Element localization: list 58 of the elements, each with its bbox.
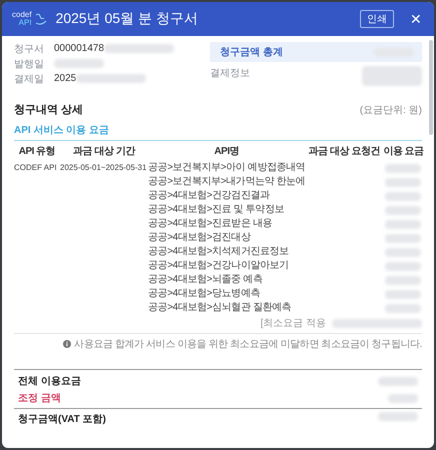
info-label: 발행일 — [14, 58, 45, 70]
blurred-value — [388, 394, 418, 402]
blurred-value — [378, 412, 418, 421]
table-cell-text: 공공>4대보험>건강나이알아보기 — [148, 259, 290, 273]
logo: codef API — [12, 11, 48, 27]
blurred-value — [385, 164, 422, 172]
blurred-value — [385, 262, 422, 270]
table-cell-text: 공공>4대보험>치석제거진료정보 — [148, 245, 290, 259]
table-cell-text: 공공>4대보험>당뇨병예측 — [148, 287, 262, 301]
blurred-value — [385, 248, 422, 256]
column-header: 과금 대상 요청건 — [308, 145, 381, 159]
info-value: 000001478 — [54, 43, 104, 54]
table-cell-text: 공공>4대보험>심뇌혈관 질환예측 — [148, 301, 292, 315]
table-cell-text: 공공>4대보험>진료 및 투약정보 — [148, 203, 285, 217]
column-header: API명 — [213, 145, 240, 159]
column-header: API 유형 — [18, 145, 56, 159]
blurred-value — [54, 59, 104, 68]
table-cell-text: 공공>4대보험>건강검진결과 — [148, 189, 271, 203]
blurred-value — [385, 290, 422, 298]
table-cell-text: 공공>4대보험>검진대상 — [148, 231, 252, 245]
blurred-value — [362, 66, 422, 86]
payment-label: 결제정보 — [210, 67, 250, 80]
blurred-value — [385, 276, 422, 284]
print-button[interactable]: 인쇄 — [360, 10, 394, 28]
blurred-value — [385, 192, 422, 200]
table-cell: 공공>보건복지부>내가먹는약 한눈에 — [148, 175, 306, 189]
adjustment-label: 조정 금액 — [18, 392, 61, 405]
subsection-title: API 서비스 이용 요금 — [14, 123, 422, 141]
minimum-fee-label: [최소요금 적용 — [260, 317, 326, 330]
info-label: 청구서 — [14, 42, 45, 56]
table-cell-text: 공공>4대보험>뇌졸중 예측 — [148, 273, 264, 287]
blurred-value — [385, 234, 422, 242]
billed-amount-label: 청구금액(VAT 포함) — [18, 413, 106, 426]
minimum-fee-note: 사용요금 합계가 서비스 이용을 위한 최소요금에 미달하면 최소요금이 청구됩니다. — [74, 338, 422, 351]
total-label: 청구금액 총계 — [220, 46, 283, 59]
blurred-value — [378, 376, 418, 386]
unit-note: (요금단위: 원) — [360, 104, 422, 116]
table-cell-text: 2025-05-01~2025-05-31 — [60, 162, 148, 174]
blurred-value — [76, 74, 146, 83]
info-value: 2025 — [54, 73, 76, 84]
blurred-value — [385, 304, 422, 312]
column-header: 이용 요금 — [383, 145, 424, 159]
close-button[interactable]: ✕ — [402, 11, 422, 27]
table-cell: 공공>보건복지부>아이 예방접종내역 — [148, 161, 306, 175]
blurred-value — [385, 178, 422, 186]
section-title: 청구내역 상세 — [14, 103, 84, 117]
info-label: 결제일 — [14, 72, 45, 86]
blurred-value — [385, 206, 422, 214]
table-cell-text: CODEF API — [14, 162, 58, 174]
scrollbar[interactable] — [429, 40, 433, 135]
total-usage-label: 전체 이용요금 — [18, 375, 81, 388]
dialog-title: 2025년 05월 분 청구서 — [56, 10, 199, 28]
column-header: 과금 대상 기간 — [72, 145, 136, 159]
wave-logo-icon — [34, 12, 48, 26]
table-cell-text: 공공>4대보험>진료받은 내용 — [148, 217, 274, 231]
blurred-value — [385, 220, 422, 228]
blurred-value — [104, 44, 174, 53]
info-icon — [63, 340, 72, 348]
